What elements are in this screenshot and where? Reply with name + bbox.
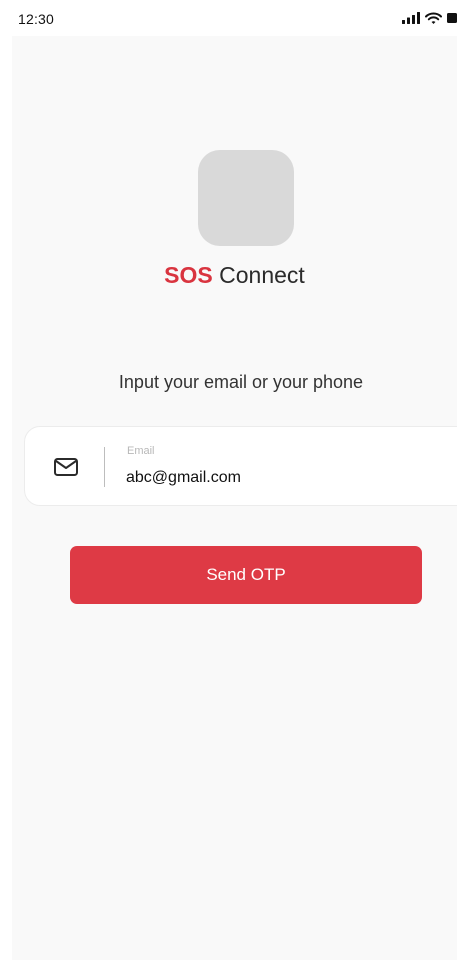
status-bar: 12:30 [0, 0, 457, 36]
app-title-rest: Connect [219, 262, 305, 288]
battery-icon [447, 12, 457, 24]
app-logo [198, 150, 294, 246]
email-label: Email [127, 445, 155, 457]
app-title: SOS Connect [12, 262, 457, 289]
login-screen: SOS Connect Input your email or your pho… [12, 36, 457, 960]
input-prompt: Input your email or your phone [118, 372, 364, 392]
field-divider [104, 447, 105, 487]
signal-icon [402, 12, 420, 24]
send-otp-button[interactable]: Send OTP [70, 546, 422, 604]
status-icons [402, 10, 457, 26]
app-title-brand: SOS [164, 262, 213, 288]
status-time: 12:30 [18, 11, 55, 27]
wifi-icon [425, 12, 442, 25]
email-input[interactable] [126, 467, 456, 489]
mail-icon [53, 457, 79, 477]
email-field[interactable]: Email [24, 426, 457, 506]
